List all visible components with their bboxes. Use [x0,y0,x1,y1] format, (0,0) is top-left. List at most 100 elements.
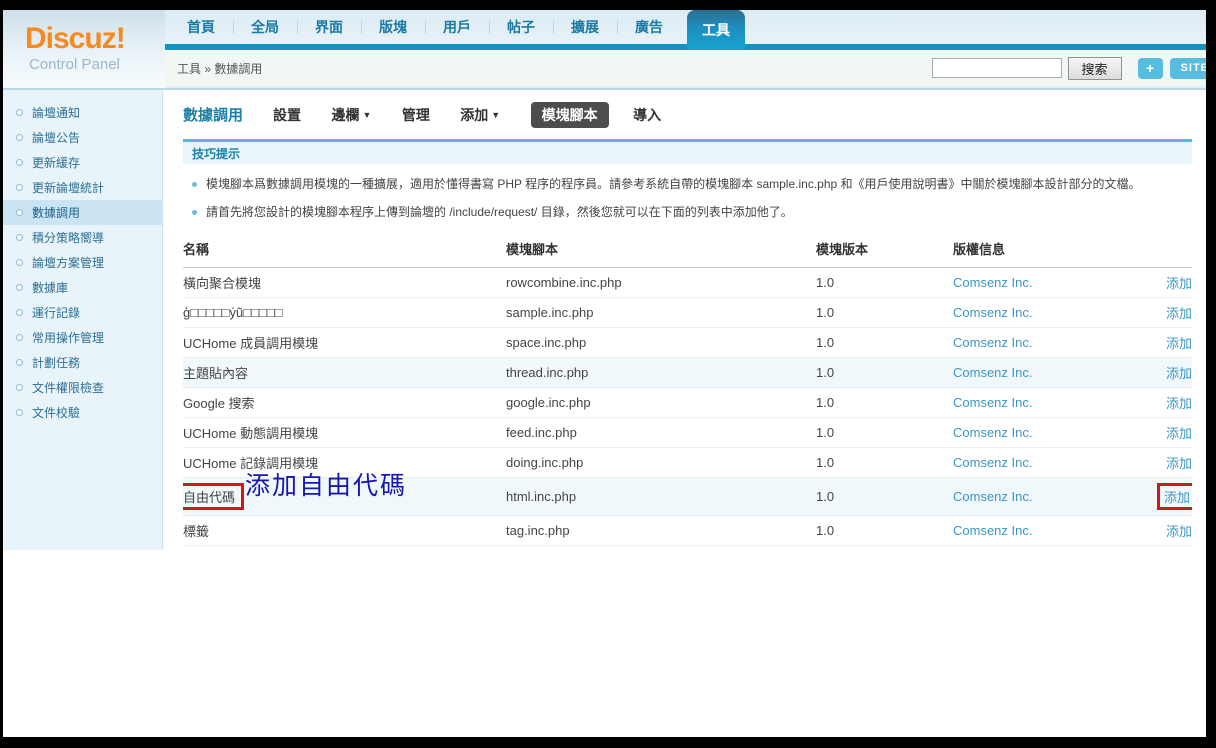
circle-bullet-icon [16,359,23,366]
nav-item[interactable]: 工具 [687,10,745,50]
sidebar: 論壇通知 論壇公告 更新緩存 更新論壇統計 數據調用 積分策略嚮導 論壇方案管理… [3,90,163,550]
sidebar-item[interactable]: 文件權限檢查 [3,375,162,400]
copyright-link[interactable]: Comsenz Inc. [953,395,1032,410]
sidebar-item-label: 更新緩存 [32,154,80,171]
content-header: 數據調用 設置▼ 邊欄▼ 管理▼ 添加▼ 模塊腳本▼ 導入▼ [183,104,1192,125]
content-tab[interactable]: 導入▼ [633,107,661,123]
cell-name: 版塊樹形列表 [183,546,506,551]
bullet-icon [192,182,197,187]
cell-copyright: Comsenz Inc. [953,298,1140,328]
search-button[interactable]: 搜索 [1068,57,1122,80]
sidebar-item[interactable]: 計劃任務 [3,350,162,375]
tip-item: 請首先將您設計的模塊腳本程序上傳到論壇的 /include/request/ 目… [183,205,1192,220]
add-link[interactable]: 添加 [1166,276,1192,291]
copyright-link[interactable]: Comsenz Inc. [953,489,1032,504]
cell-script: feed.inc.php [506,418,816,448]
sidebar-item[interactable]: 論壇公告 [3,125,162,150]
copyright-link[interactable]: Comsenz Inc. [953,365,1032,380]
top-nav: 首頁 全局 界面 版塊 用戶 帖子 擴展 廣告 工具 [165,10,1206,44]
nav-item[interactable]: 用戶 [425,10,489,44]
content-tab[interactable]: 管理▼ [402,107,430,123]
sidebar-item[interactable]: 論壇方案管理 [3,250,162,275]
nav-item[interactable]: 廣告 [617,10,681,44]
cell-action: 添加 [1140,546,1192,551]
add-link[interactable]: 添加 [1164,490,1190,505]
sidebar-item[interactable]: 更新緩存 [3,150,162,175]
cell-script: space.inc.php [506,328,816,358]
cell-script: google.inc.php [506,388,816,418]
sidebar-item[interactable]: 數據調用 [3,200,162,225]
copyright-link[interactable]: Comsenz Inc. [953,425,1032,440]
sidebar-item[interactable]: 更新論壇統計 [3,175,162,200]
nav-item[interactable]: 帖子 [489,10,553,44]
cell-action: 添加 [1140,328,1192,358]
cell-name: 主題貼內容 [183,358,506,388]
search-input[interactable] [932,58,1062,78]
add-link[interactable]: 添加 [1166,366,1192,381]
column-header [1140,231,1192,268]
breadcrumb: 工具 » 數據調用 [177,60,262,77]
column-header: 版權信息 [953,231,1140,268]
copyright-link[interactable]: Comsenz Inc. [953,335,1032,350]
cell-copyright: Comsenz Inc. [953,358,1140,388]
copyright-link[interactable]: Comsenz Inc. [953,275,1032,290]
body: 論壇通知 論壇公告 更新緩存 更新論壇統計 數據調用 積分策略嚮導 論壇方案管理… [3,90,1206,550]
sidebar-item[interactable]: 數據庫 [3,275,162,300]
cell-version: 1.0 [816,448,953,478]
add-link[interactable]: 添加 [1166,456,1192,471]
cell-action: 添加 [1140,358,1192,388]
cell-action: 添加 [1140,388,1192,418]
circle-bullet-icon [16,134,23,141]
copyright-link[interactable]: Comsenz Inc. [953,305,1032,320]
nav-item[interactable]: 擴展 [553,10,617,44]
module-table: 名稱模塊腳本模塊版本版權信息 橫向聚合模塊 rowcombine.inc.php… [183,231,1192,550]
add-link[interactable]: 添加 [1166,524,1192,539]
cell-name: Google 搜索 [183,388,506,418]
table-row: ģ□□□□□ýũ□□□□□ sample.inc.php 1.0 Comsenz… [183,298,1192,328]
copyright-link[interactable]: Comsenz Inc. [953,523,1032,538]
circle-bullet-icon [16,159,23,166]
cell-version: 1.0 [816,546,953,551]
cell-copyright: Comsenz Inc. [953,268,1140,298]
sidebar-item-label: 積分策略嚮導 [32,229,104,246]
cell-copyright: Comsenz Inc. [953,516,1140,546]
content-tab[interactable]: 模塊腳本▼ [531,102,609,128]
tips-section: 技巧提示 模塊腳本爲數據調用模塊的一種擴展，適用於懂得書寫 PHP 程序的程序員… [183,139,1192,220]
sidebar-item-label: 文件校驗 [32,404,80,421]
add-link[interactable]: 添加 [1166,306,1192,321]
add-link[interactable]: 添加 [1166,396,1192,411]
circle-bullet-icon [16,259,23,266]
add-link[interactable]: 添加 [1166,336,1192,351]
sidebar-item[interactable]: 文件校驗 [3,400,162,425]
cell-copyright: Comsenz Inc. [953,328,1140,358]
circle-bullet-icon [16,334,23,341]
cell-version: 1.0 [816,298,953,328]
cell-version: 1.0 [816,328,953,358]
sidebar-item-label: 論壇公告 [32,129,80,146]
nav-item[interactable]: 全局 [233,10,297,44]
site-button[interactable]: SITE [1170,58,1206,79]
nav-item[interactable]: 首頁 [169,10,233,44]
circle-bullet-icon [16,384,23,391]
highlighted-add-link: 添加 [1157,483,1192,510]
table-row: Google 搜索 google.inc.php 1.0 Comsenz Inc… [183,388,1192,418]
sidebar-item[interactable]: 論壇通知 [3,100,162,125]
cell-action: 添加 [1140,418,1192,448]
plus-button[interactable]: + [1138,58,1163,79]
content-tab[interactable]: 設置▼ [273,107,301,123]
sidebar-item[interactable]: 積分策略嚮導 [3,225,162,250]
content-tab[interactable]: 添加▼ [460,107,500,123]
cell-version: 1.0 [816,516,953,546]
nav-item[interactable]: 版塊 [361,10,425,44]
table-row: 版塊樹形列表 forumtree.inc.php 1.0 Comsenz Inc… [183,546,1192,551]
sidebar-item[interactable]: 常用操作管理 [3,325,162,350]
nav-item[interactable]: 界面 [297,10,361,44]
column-header: 名稱 [183,231,506,268]
cell-version: 1.0 [816,418,953,448]
cell-script: tag.inc.php [506,516,816,546]
content-tab[interactable]: 邊欄▼ [331,107,371,123]
circle-bullet-icon [16,284,23,291]
sidebar-item[interactable]: 運行記錄 [3,300,162,325]
copyright-link[interactable]: Comsenz Inc. [953,455,1032,470]
add-link[interactable]: 添加 [1166,426,1192,441]
